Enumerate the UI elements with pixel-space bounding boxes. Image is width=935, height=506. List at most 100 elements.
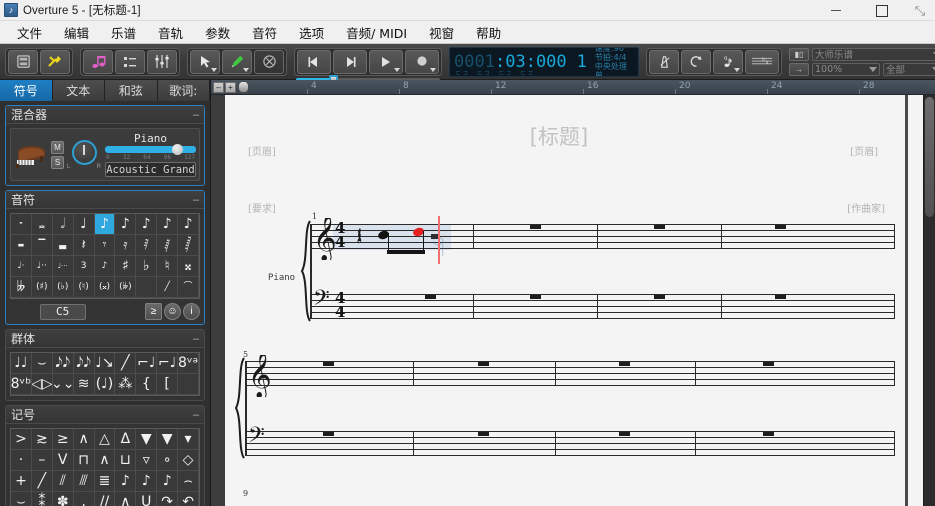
menu-notes[interactable]: 音符 (241, 21, 288, 44)
plus-fingering-icon[interactable]: + (11, 471, 32, 492)
bow-up-icon[interactable]: ∧ (94, 450, 116, 471)
score-pages-icon[interactable]: ▮▯ (789, 47, 809, 61)
note-128th[interactable]: ♪ (178, 214, 199, 235)
tab-chords[interactable]: 和弦 (105, 80, 158, 101)
open-string-icon[interactable]: U (136, 492, 158, 506)
diamond-icon[interactable]: ◇ (178, 450, 199, 471)
staccatissimo-icon[interactable]: V (52, 450, 74, 471)
breath-mark-icon[interactable]: , (73, 492, 95, 506)
tuplet-icon[interactable]: 3 (73, 256, 95, 277)
zoom-dropdown[interactable]: 100% (812, 62, 880, 76)
collapse-icon[interactable]: – (193, 194, 199, 205)
barline[interactable] (894, 224, 895, 249)
record-button[interactable] (405, 49, 439, 74)
loop-icon[interactable] (681, 49, 711, 74)
bracket-icon[interactable]: [ (157, 374, 179, 395)
patch-selector[interactable]: Acoustic Grand (105, 162, 196, 177)
accidental-paren-dflat[interactable]: (𝄫) (115, 277, 137, 298)
arpeggio-roll-icon[interactable]: ⁑ (31, 492, 53, 506)
ottava-8va-icon[interactable]: 8ᵛᵃ (178, 353, 199, 374)
arpeggio-icon[interactable]: ⁂ (115, 374, 137, 395)
accidental-paren-natural[interactable]: (♮) (73, 277, 95, 298)
stem-direction-icon[interactable]: ╱ (157, 277, 179, 298)
pencil-tool-icon[interactable] (222, 49, 252, 74)
accidental-double-flat[interactable]: 𝄫 (11, 277, 32, 298)
barline[interactable] (721, 224, 722, 249)
glissando-icon[interactable]: ╱ (115, 353, 137, 374)
quantize-note-icon[interactable]: q (713, 49, 743, 74)
ruler-zoom-out-button[interactable]: – (213, 81, 224, 93)
accidental-paren-dsharp[interactable]: (𝄪) (94, 277, 116, 298)
wedge-filled-icon[interactable]: ▼ (157, 429, 179, 450)
pedal-icon[interactable]: ✽ (52, 492, 74, 506)
whole-rest[interactable] (775, 295, 786, 299)
accidental-sharp[interactable]: ♯ (115, 256, 137, 277)
note-quarter[interactable]: ♩ (73, 214, 95, 235)
tremolo-stem-one-icon[interactable]: ♪ (115, 471, 137, 492)
harmonic-icon[interactable]: ∘ (157, 450, 179, 471)
whole-rest[interactable] (619, 362, 630, 366)
tab-symbols[interactable]: 符号 (0, 80, 53, 101)
rest-128th[interactable]: 𝅂 (178, 235, 199, 256)
note-32nd[interactable]: ♪ (136, 214, 158, 235)
crescendo-icon[interactable]: ◁▷ (31, 374, 53, 395)
tuplet-bracket-icon[interactable]: ⌐♩ (136, 353, 158, 374)
tremolo-two-icon[interactable]: ⫽ (52, 471, 74, 492)
solo-button[interactable]: S (51, 155, 64, 169)
measure-ruler[interactable]: – + 4 8 12 16 20 24 28 (211, 80, 935, 95)
whole-rest[interactable] (530, 295, 541, 299)
barline[interactable] (894, 361, 895, 386)
beam[interactable] (387, 250, 425, 254)
tremolo-stem-two-icon[interactable]: ♪ (136, 471, 158, 492)
rest-quarter[interactable]: 𝄽 (73, 235, 95, 256)
pitch-compare-button[interactable]: ≥ (144, 303, 162, 320)
wedge-thin-icon[interactable]: ▿ (136, 450, 158, 471)
whole-rest[interactable] (478, 432, 489, 436)
note-64th[interactable]: ♪ (157, 214, 179, 235)
tuplet-number-icon[interactable]: ⌐♩ (157, 353, 179, 374)
bow-up-open-icon[interactable]: ⊔ (115, 450, 137, 471)
accent-soft-icon[interactable]: ≳ (31, 429, 53, 450)
system-3[interactable]: 9 (225, 489, 923, 506)
barline[interactable] (894, 294, 895, 319)
playhead[interactable] (438, 216, 440, 264)
forward-button[interactable] (333, 49, 367, 74)
pan-knob[interactable] (71, 139, 97, 165)
tie-icon[interactable]: ⌣ (31, 353, 53, 374)
beam-slant-icon[interactable]: 𝅘𝅥𝅮𝅘𝅥𝅮 (73, 353, 95, 374)
marks-panel-header[interactable]: 记号 – (6, 406, 204, 424)
barline[interactable] (721, 294, 722, 319)
subtitle-left-placeholder[interactable]: [要求] (248, 200, 276, 215)
pitch-info-button[interactable]: i (182, 303, 200, 320)
quarter-rest[interactable] (356, 227, 366, 247)
whole-rest[interactable] (425, 295, 436, 299)
accent-icon[interactable]: > (11, 429, 32, 450)
key-signature-icon[interactable]: ♭ ♭ (745, 49, 779, 74)
collapse-icon[interactable]: – (193, 333, 199, 344)
tremolo-icon[interactable]: ≋ (73, 374, 95, 395)
menu-file[interactable]: 文件 (6, 21, 53, 44)
beam-flat-icon[interactable]: 𝅘𝅥𝅮𝅘𝅥𝅮 (52, 353, 74, 374)
time-signature-treble[interactable]: 4 4 (335, 221, 345, 250)
menu-parameters[interactable]: 参数 (194, 21, 241, 44)
page-title[interactable]: [标题] (225, 121, 923, 151)
rest-breve[interactable]: ▃ (52, 235, 74, 256)
ruler-drag-handle[interactable] (238, 81, 249, 93)
marcato-tall-icon[interactable]: Δ (115, 429, 137, 450)
menu-options[interactable]: 选项 (288, 21, 335, 44)
metronome-icon[interactable] (649, 49, 679, 74)
barline[interactable] (555, 361, 556, 386)
grace-note-icon[interactable]: ♪ (94, 256, 116, 277)
rest-half[interactable]: ▔ (31, 235, 53, 256)
rest-64th[interactable]: 𝅁 (157, 235, 179, 256)
barline[interactable] (473, 224, 474, 249)
barline[interactable] (695, 431, 696, 456)
menu-window[interactable]: 视窗 (418, 21, 465, 44)
tab-lyrics[interactable]: 歌词: (157, 80, 210, 101)
note-dotted[interactable]: ♩· (11, 256, 32, 277)
stopped-icon[interactable]: ∧ (115, 492, 137, 506)
pitch-input[interactable]: C5 (39, 303, 86, 320)
tenuto-icon[interactable]: – (31, 450, 53, 471)
parts-dropdown[interactable]: 全部 (883, 62, 935, 76)
whole-rest[interactable] (323, 432, 334, 436)
